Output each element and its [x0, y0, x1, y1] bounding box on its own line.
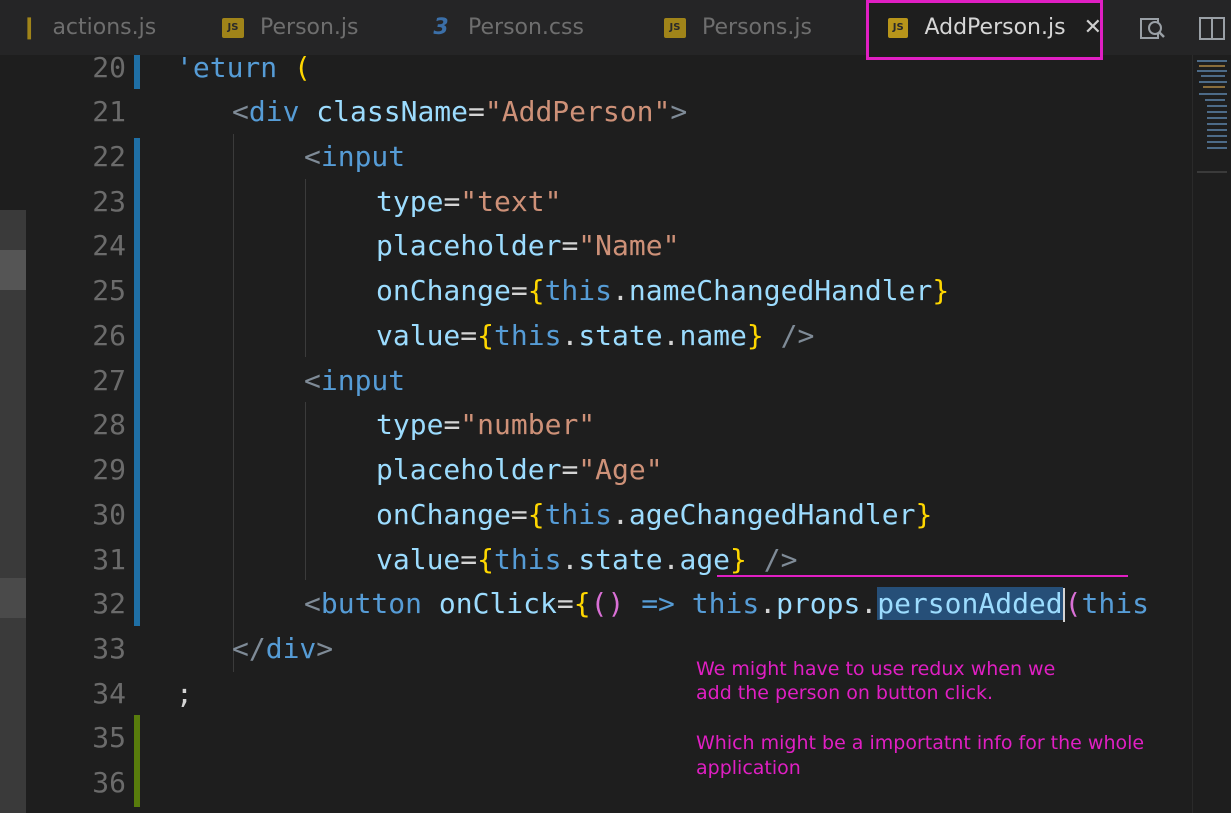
minimap-line [1205, 99, 1225, 101]
minimap-line [1207, 141, 1227, 143]
minimap-line [1197, 70, 1227, 72]
annotation-text: Which might be a importatnt info for the… [696, 732, 1145, 754]
tab-person-css[interactable]: 3 Person.css [430, 0, 584, 55]
tab-label: Person.js [260, 15, 359, 40]
annotation-text: application [696, 757, 801, 779]
line-number: 36 [92, 766, 126, 799]
minimap-line [1201, 75, 1225, 77]
code-line: <input [304, 140, 406, 173]
minimap-line [1207, 123, 1227, 125]
css-file-icon: 3 [433, 15, 449, 40]
tab-label: Persons.js [702, 15, 812, 40]
line-number: 33 [92, 632, 126, 665]
indent-guide [305, 402, 306, 580]
code-line: 'eturn ( [176, 51, 311, 84]
annotation-text: We might have to use redux when we [696, 658, 1056, 680]
minimap-line [1207, 147, 1227, 149]
code-line: placeholder="Age" [376, 453, 663, 486]
modified-line-marker [134, 138, 140, 626]
code-line: type="number" [376, 408, 596, 441]
line-number: 35 [92, 721, 126, 754]
line-number: 30 [92, 498, 126, 531]
js-file-icon: JS [664, 17, 686, 38]
tab-label: actions.js [52, 15, 157, 40]
minimap-line [1199, 65, 1225, 67]
line-number: 34 [92, 677, 126, 710]
line-number: 29 [92, 453, 126, 486]
minimap-line [1203, 86, 1225, 88]
code-line: <div className="AddPerson"> [232, 95, 688, 128]
minimap[interactable] [1192, 55, 1231, 813]
code-line: <button onClick={() => this.props.person… [304, 587, 1149, 622]
minimap-line [1197, 60, 1227, 62]
code-line: onChange={this.ageChangedHandler} [376, 498, 933, 531]
tab-addperson-js[interactable]: JS AddPerson.js ✕ [868, 0, 1102, 55]
minimap-line [1207, 111, 1227, 113]
tab-label: AddPerson.js [924, 15, 1066, 40]
line-number: 28 [92, 408, 126, 441]
minimap-line [1207, 135, 1227, 137]
code-line: value={this.state.name} /> [376, 319, 815, 352]
code-line: ; [176, 677, 193, 710]
line-number: 26 [92, 319, 126, 352]
code-line: placeholder="Name" [376, 229, 680, 262]
code-editor[interactable]: 20 21 22 23 24 25 26 27 28 29 30 31 32 3… [0, 51, 1231, 813]
line-number: 32 [92, 587, 126, 620]
minimap-line [1207, 105, 1227, 107]
minimap-line [1207, 117, 1227, 119]
js-file-icon: JS [222, 17, 244, 38]
file-marker-icon: ❙ [20, 15, 39, 40]
minimap-line [1197, 171, 1227, 173]
scrollbar-marker [0, 578, 26, 618]
line-number: 20 [92, 51, 126, 84]
js-file-icon: JS [888, 17, 909, 38]
minimap-line [1199, 81, 1227, 83]
line-number: 24 [92, 229, 126, 262]
split-editor-icon[interactable] [1198, 14, 1226, 42]
indent-guide [305, 179, 306, 357]
selected-text: personAdded [877, 587, 1063, 620]
tab-persons-js[interactable]: JS Persons.js [664, 0, 812, 55]
close-icon[interactable]: ✕ [1084, 15, 1102, 40]
minimap-line [1199, 93, 1227, 95]
minimap-line [1207, 129, 1227, 131]
indent-guide [233, 134, 234, 672]
added-line-marker [134, 715, 140, 807]
tab-label: Person.css [468, 15, 584, 40]
line-number: 31 [92, 543, 126, 576]
code-line: </div> [232, 632, 334, 665]
line-number: 23 [92, 185, 126, 218]
left-scrollbar[interactable] [0, 210, 26, 813]
annotation-text: add the person on button click. [696, 682, 994, 704]
scrollbar-thumb[interactable] [0, 250, 26, 290]
code-line: type="text" [376, 185, 562, 218]
line-number: 22 [92, 140, 126, 173]
annotation-underline [717, 575, 1128, 577]
code-line: <input [304, 364, 406, 397]
line-number: 27 [92, 364, 126, 397]
line-number: 25 [92, 274, 126, 307]
line-number: 21 [92, 95, 126, 128]
code-line: onChange={this.nameChangedHandler} [376, 274, 950, 307]
modified-line-marker [134, 55, 140, 89]
open-preview-icon[interactable] [1138, 14, 1166, 42]
